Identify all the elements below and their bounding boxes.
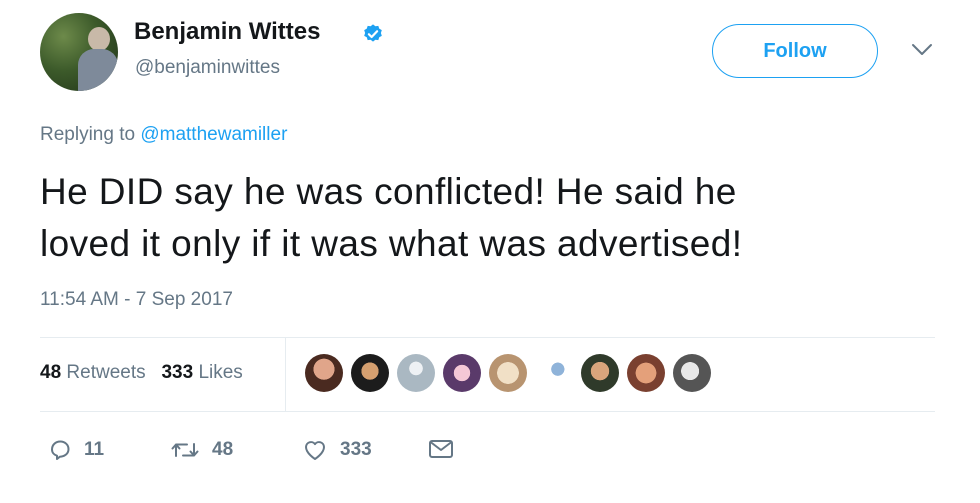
divider xyxy=(40,337,935,338)
author-avatar[interactable] xyxy=(40,13,118,91)
tweet-text-line: He DID say he was conflicted! He said he xyxy=(40,171,737,212)
reply-context: Replying to @matthewamiller xyxy=(40,124,287,146)
divider xyxy=(40,411,935,412)
liker-avatar[interactable] xyxy=(581,354,619,392)
tweet-text: He DID say he was conflicted! He said he… xyxy=(40,166,920,270)
liker-avatar[interactable] xyxy=(443,354,481,392)
likes-stat-link[interactable]: 333 Likes xyxy=(161,362,242,383)
liker-avatar[interactable] xyxy=(627,354,665,392)
liker-avatar[interactable] xyxy=(535,354,573,392)
likes-label: Likes xyxy=(198,362,243,383)
retweet-count: 48 xyxy=(212,439,234,460)
likers-avatars xyxy=(305,354,719,392)
liker-avatar[interactable] xyxy=(489,354,527,392)
reply-context-prefix: Replying to xyxy=(40,124,136,145)
reply-button[interactable]: 11 xyxy=(48,438,104,462)
likes-count: 333 xyxy=(161,362,194,383)
retweets-count: 48 xyxy=(40,362,62,383)
follow-button[interactable]: Follow xyxy=(712,24,878,78)
stats-vertical-divider xyxy=(285,337,286,411)
liker-avatar[interactable] xyxy=(673,354,711,392)
avatar-person-body xyxy=(78,49,118,91)
reply-icon xyxy=(51,440,70,460)
verified-badge-icon xyxy=(364,24,382,42)
tweet-text-line: loved it only if it was what was adverti… xyxy=(40,223,743,264)
retweets-label: Retweets xyxy=(66,362,146,383)
direct-message-button[interactable] xyxy=(428,438,466,460)
liker-avatar[interactable] xyxy=(397,354,435,392)
liker-avatar[interactable] xyxy=(305,354,343,392)
avatar-person-head xyxy=(88,27,110,51)
author-handle[interactable]: @benjaminwittes xyxy=(135,57,280,79)
reply-count: 11 xyxy=(84,439,105,460)
tweet-stats: 48 Retweets 333 Likes xyxy=(40,362,243,384)
direct-message-icon xyxy=(429,440,453,458)
reply-mention-link[interactable]: @matthewamiller xyxy=(140,124,287,145)
retweet-icon xyxy=(171,443,199,457)
like-button[interactable]: 333 xyxy=(302,438,372,462)
retweet-button[interactable]: 48 xyxy=(170,438,233,462)
like-count: 333 xyxy=(340,439,372,460)
heart-icon xyxy=(305,441,325,460)
tweet-timestamp[interactable]: 11:54 AM - 7 Sep 2017 xyxy=(40,289,233,311)
retweets-stat-link[interactable]: 48 Retweets xyxy=(40,362,146,383)
author-display-name[interactable]: Benjamin Wittes xyxy=(134,18,320,46)
liker-avatar[interactable] xyxy=(351,354,389,392)
chevron-down-icon[interactable] xyxy=(910,40,934,60)
